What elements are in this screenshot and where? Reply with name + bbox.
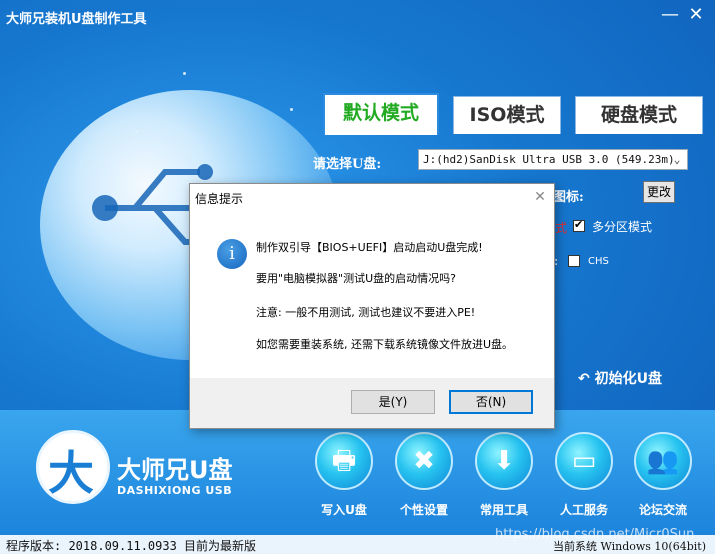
manual-service-label[interactable]: 人工服务	[549, 501, 619, 518]
window-title: 大师兄装机U盘制作工具	[6, 12, 147, 27]
title-bar: 大师兄装机U盘制作工具 — ✕	[0, 0, 715, 32]
dialog-message-line: 要用"电脑模拟器"测试U盘的启动情况吗?	[256, 272, 457, 285]
dialog-message-line: 如您需要重装系统, 还需下载系统镜像文件放进U盘。	[256, 338, 514, 351]
init-usb-button[interactable]: ↶ 初始化U盘	[578, 368, 662, 388]
change-icon-button[interactable]: 更改	[643, 181, 675, 203]
app-window: 大师兄装机U盘制作工具 — ✕ 默认模式 ISO模式 硬盘模式 请选择U盘: J…	[0, 0, 715, 554]
common-tools-label[interactable]: 常用工具	[469, 501, 539, 518]
users-icon: 👥	[646, 446, 680, 476]
mode-partial-label: 式	[555, 221, 568, 235]
sparkle	[290, 108, 293, 111]
write-usb-button[interactable]: 🖶	[315, 432, 373, 490]
icon-label: 图标:	[553, 190, 584, 205]
refresh-icon: ↶	[578, 371, 590, 387]
close-button[interactable]: ✕	[685, 4, 707, 26]
personalize-label[interactable]: 个性设置	[389, 501, 459, 518]
printer-icon: 🖶	[331, 446, 357, 476]
usb-device-select[interactable]: J:(hd2)SanDisk Ultra USB 3.0 (549.23m) ⌄	[418, 149, 688, 170]
chs-checkbox[interactable]	[568, 255, 580, 267]
forum-label[interactable]: 论坛交流	[628, 501, 698, 518]
minimize-button[interactable]: —	[659, 4, 681, 26]
usb-device-value: J:(hd2)SanDisk Ultra USB 3.0 (549.23m)	[423, 153, 675, 166]
dialog-title-bar: 信息提示 ✕	[190, 184, 554, 210]
folder-icon: ▭	[571, 446, 597, 476]
version-status: 程序版本: 2018.09.11.0933 目前为最新版	[6, 539, 257, 553]
brand-logo-glyph: 大	[48, 446, 94, 500]
forum-button[interactable]: 👥	[634, 432, 692, 490]
init-usb-label: 初始化U盘	[594, 371, 662, 387]
tab-default-mode[interactable]: 默认模式	[323, 93, 439, 135]
brand-name-en: DASHIXIONG USB	[117, 484, 233, 497]
common-tools-button[interactable]: ⬇	[475, 432, 533, 490]
dialog-close-button[interactable]: ✕	[530, 187, 550, 207]
personalize-button[interactable]: ✖	[395, 432, 453, 490]
multi-partition-label: 多分区模式	[592, 220, 653, 234]
select-usb-label: 请选择U盘:	[313, 157, 382, 172]
tab-iso-mode[interactable]: ISO模式	[453, 96, 561, 134]
dialog-message-line: 制作双引导【BIOS+UEFI】启动启动U盘完成!	[256, 241, 483, 254]
info-dialog: 信息提示 ✕ i 制作双引导【BIOS+UEFI】启动启动U盘完成! 要用"电脑…	[189, 183, 555, 429]
chevron-down-icon: ⌄	[673, 153, 681, 166]
download-icon: ⬇	[493, 446, 515, 476]
info-icon: i	[217, 239, 247, 269]
manual-service-button[interactable]: ▭	[555, 432, 613, 490]
sparkle	[183, 72, 186, 75]
dialog-title: 信息提示	[195, 192, 244, 206]
dialog-body: i 制作双引导【BIOS+UEFI】启动启动U盘完成! 要用"电脑模拟器"测试U…	[190, 210, 554, 378]
no-button[interactable]: 否(N)	[449, 390, 533, 414]
dialog-message-line: 注意: 一般不用测试, 测试也建议不要进入PE!	[256, 306, 476, 319]
yes-button[interactable]: 是(Y)	[351, 390, 435, 414]
tools-icon: ✖	[413, 446, 435, 476]
multi-partition-checkbox[interactable]	[573, 218, 585, 232]
write-usb-label[interactable]: 写入U盘	[309, 501, 379, 518]
tab-hdd-mode[interactable]: 硬盘模式	[575, 96, 703, 134]
brand-name: 大师兄U盘	[117, 456, 233, 484]
watermark-text: https://blog.csdn.net/Micr0Sun	[495, 527, 695, 542]
chs-label: CHS	[588, 256, 609, 267]
